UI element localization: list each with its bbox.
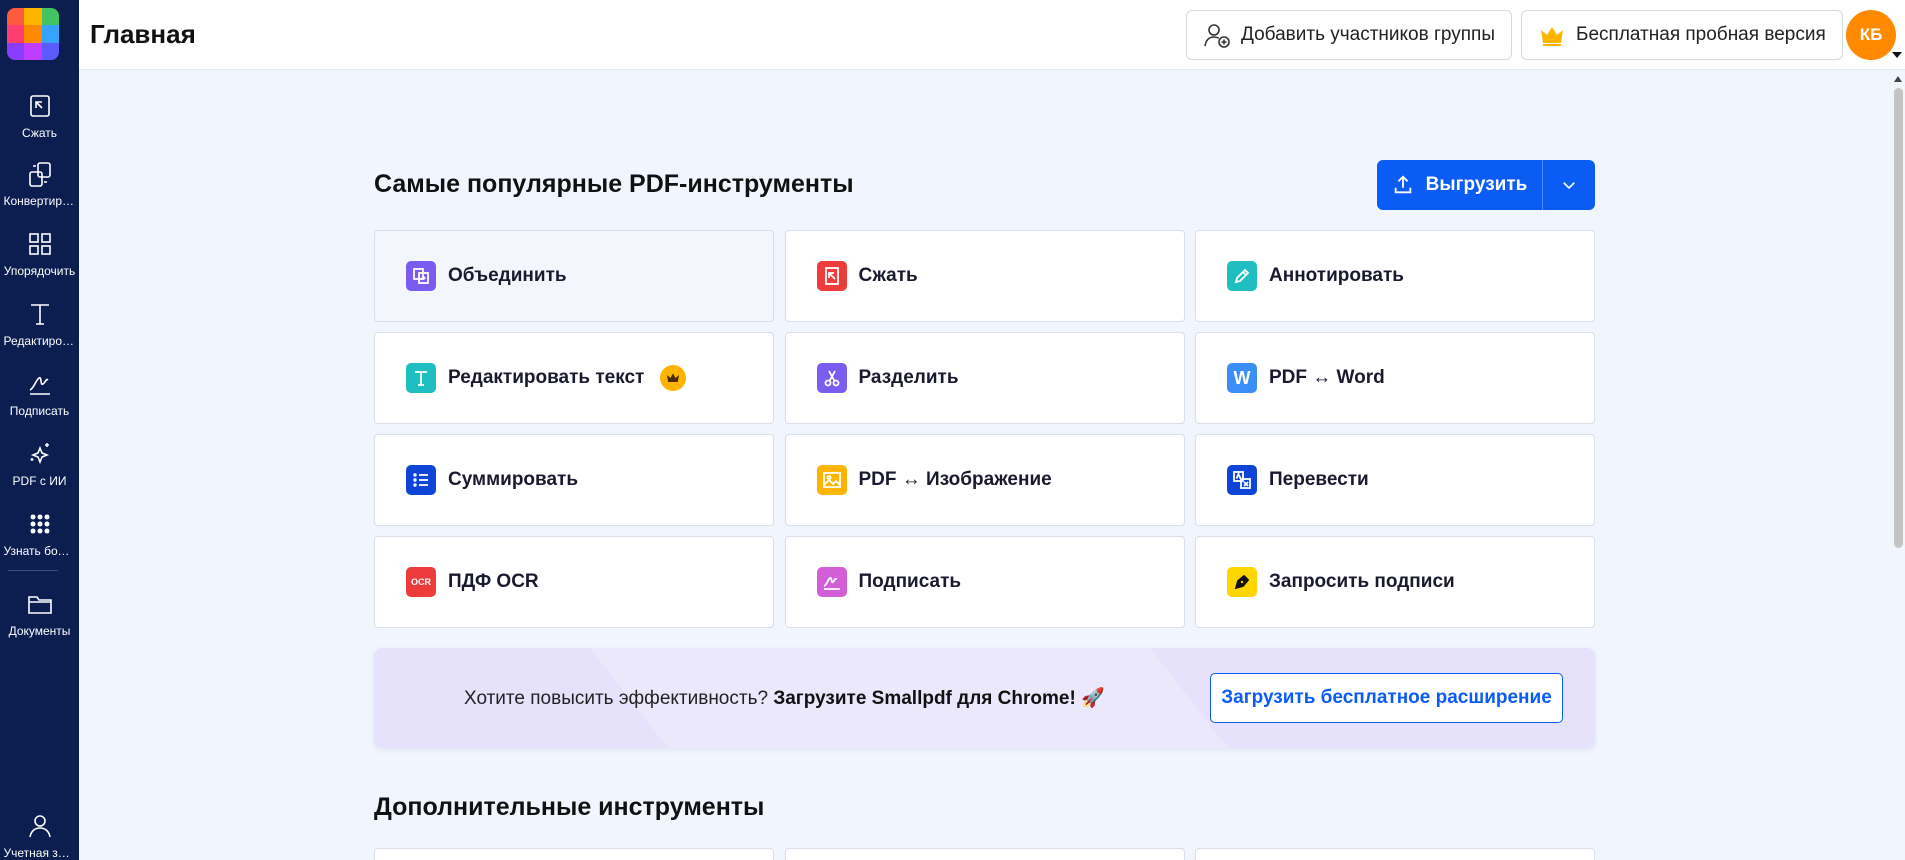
chrome-extension-banner: Хотите повысить эффективность? Загрузите… [374, 648, 1595, 748]
signature-icon [816, 567, 847, 597]
tool-split[interactable]: Разделить [784, 332, 1185, 424]
scrollbar-thumb[interactable] [1894, 88, 1903, 548]
popular-tools-grid: Объединить Сжать Аннотировать Редактиров… [374, 230, 1595, 628]
avatar[interactable]: КБ [1846, 10, 1896, 60]
free-trial-label: Бесплатная пробная версия [1576, 24, 1826, 45]
sign-icon [29, 376, 50, 395]
merge-icon [406, 261, 436, 291]
tool-label: Сжать [858, 265, 918, 286]
add-members-button[interactable]: Добавить участников группы [1186, 10, 1513, 60]
convert-icon [28, 162, 51, 187]
smallpdf-logo[interactable] [7, 8, 59, 60]
user-icon [28, 815, 51, 838]
sidebar-item-convert[interactable]: Конвертировать [0, 160, 79, 208]
sidebar-item-more[interactable]: Узнать больше [0, 510, 79, 558]
ai-sparkle-icon [30, 443, 49, 465]
tool-label: PDF ↔ Изображение [858, 469, 1052, 490]
top-header: Главная Добавить участников группы Беспл… [79, 0, 1905, 70]
sidebar-item-account[interactable]: Учетная запись [0, 812, 79, 860]
add-user-icon [1204, 24, 1230, 48]
sidebar-item-organize[interactable]: Упорядочить [0, 230, 79, 278]
upload-label: Выгрузить [1425, 174, 1528, 195]
annotate-pen-icon [1227, 261, 1257, 291]
scissors-icon [816, 363, 847, 393]
chevron-down-icon[interactable] [1892, 52, 1902, 58]
sidebar-item-label: Упорядочить [3, 264, 76, 278]
banner-text: Хотите повысить эффективность? Загрузите… [464, 686, 1105, 710]
tool-translate[interactable]: Перевести [1195, 434, 1595, 526]
tool-label: Редактировать текст [448, 367, 645, 388]
tool-sign[interactable]: Подписать [784, 536, 1185, 628]
sidebar-item-ai[interactable]: PDF с ИИ [0, 440, 79, 488]
page-title: Главная [90, 19, 196, 49]
edit-text-icon [30, 304, 49, 325]
scroll-up-arrow[interactable] [1894, 76, 1902, 82]
fountain-pen-icon [1227, 567, 1257, 597]
chevron-down-icon [1563, 182, 1575, 190]
tool-label: Перевести [1269, 469, 1369, 490]
sidebar-item-compress[interactable]: Сжать [0, 92, 79, 140]
popular-tools-title: Самые популярные PDF-инструменты [374, 170, 854, 198]
organize-icon [28, 233, 51, 255]
tool-annotate[interactable]: Аннотировать [1195, 230, 1595, 322]
tool-request-signatures[interactable]: Запросить подписи [1195, 536, 1595, 628]
tool-label: Объединить [448, 265, 567, 286]
sidebar-item-label: Подписать [9, 404, 70, 418]
more-tools-grid [374, 848, 1595, 860]
more-tool-tile[interactable] [1195, 848, 1595, 860]
tool-label: Запросить подписи [1269, 571, 1455, 592]
tool-ocr[interactable]: OCR ПДФ OCR [374, 536, 774, 628]
translate-icon [1227, 465, 1257, 495]
sidebar-item-label: Сжать [21, 126, 58, 140]
sidebar-item-label: Учетная запись [3, 846, 76, 860]
image-icon [816, 465, 847, 495]
compress-icon [816, 261, 847, 291]
upload-dropdown-button[interactable] [1543, 160, 1595, 210]
upload-button[interactable]: Выгрузить [1377, 160, 1543, 210]
sidebar-item-label: Конвертировать [3, 194, 76, 208]
more-tool-tile[interactable] [784, 848, 1185, 860]
more-tool-tile[interactable] [374, 848, 774, 860]
apps-grid-icon [30, 514, 49, 534]
premium-crown-icon [660, 365, 687, 391]
more-tools-title: Дополнительные инструменты [374, 793, 765, 821]
tool-label: PDF ↔ Word [1269, 367, 1385, 388]
sidebar-item-sign[interactable]: Подписать [0, 370, 79, 418]
tool-label: Разделить [858, 367, 959, 388]
download-extension-button[interactable]: Загрузить бесплатное расширение [1210, 673, 1563, 723]
compress-icon [29, 95, 50, 117]
sidebar-item-label: Редактировать [3, 334, 76, 348]
sidebar: Сжать Конвертировать Упорядочить Редакти… [0, 0, 79, 860]
rocket-icon: 🚀 [1081, 688, 1105, 709]
tool-label: Подписать [858, 571, 962, 592]
tool-pdf-image[interactable]: PDF ↔ Изображение [784, 434, 1185, 526]
free-trial-button[interactable]: Бесплатная пробная версия [1521, 10, 1843, 60]
sidebar-item-edit[interactable]: Редактировать [0, 300, 79, 348]
tool-summarize[interactable]: Суммировать [374, 434, 774, 526]
word-w-icon: W [1227, 363, 1257, 393]
tool-label: ПДФ OCR [448, 571, 539, 592]
add-members-label: Добавить участников группы [1241, 24, 1496, 45]
banner-text-plain: Хотите повысить эффективность? [464, 688, 769, 709]
sidebar-item-label: Узнать больше [3, 544, 76, 558]
folder-icon [27, 596, 52, 614]
text-t-icon [406, 363, 436, 393]
sidebar-item-label: Документы [8, 624, 71, 638]
upload-icon [1394, 175, 1411, 194]
ocr-icon: OCR [406, 567, 436, 597]
tool-merge[interactable]: Объединить [374, 230, 774, 322]
tool-edit-text[interactable]: Редактировать текст [374, 332, 774, 424]
list-icon [406, 465, 436, 495]
tool-label: Суммировать [448, 469, 579, 490]
banner-text-bold: Загрузите Smallpdf для Chrome! [773, 688, 1076, 709]
sidebar-item-label: PDF с ИИ [12, 474, 67, 488]
upload-button-group: Выгрузить [1377, 160, 1595, 210]
crown-icon [1541, 27, 1563, 46]
tool-pdf-word[interactable]: W PDF ↔ Word [1195, 332, 1595, 424]
sidebar-item-documents[interactable]: Документы [0, 590, 79, 638]
tool-compress[interactable]: Сжать [784, 230, 1185, 322]
tool-label: Аннотировать [1269, 265, 1404, 286]
sidebar-divider [8, 570, 58, 571]
